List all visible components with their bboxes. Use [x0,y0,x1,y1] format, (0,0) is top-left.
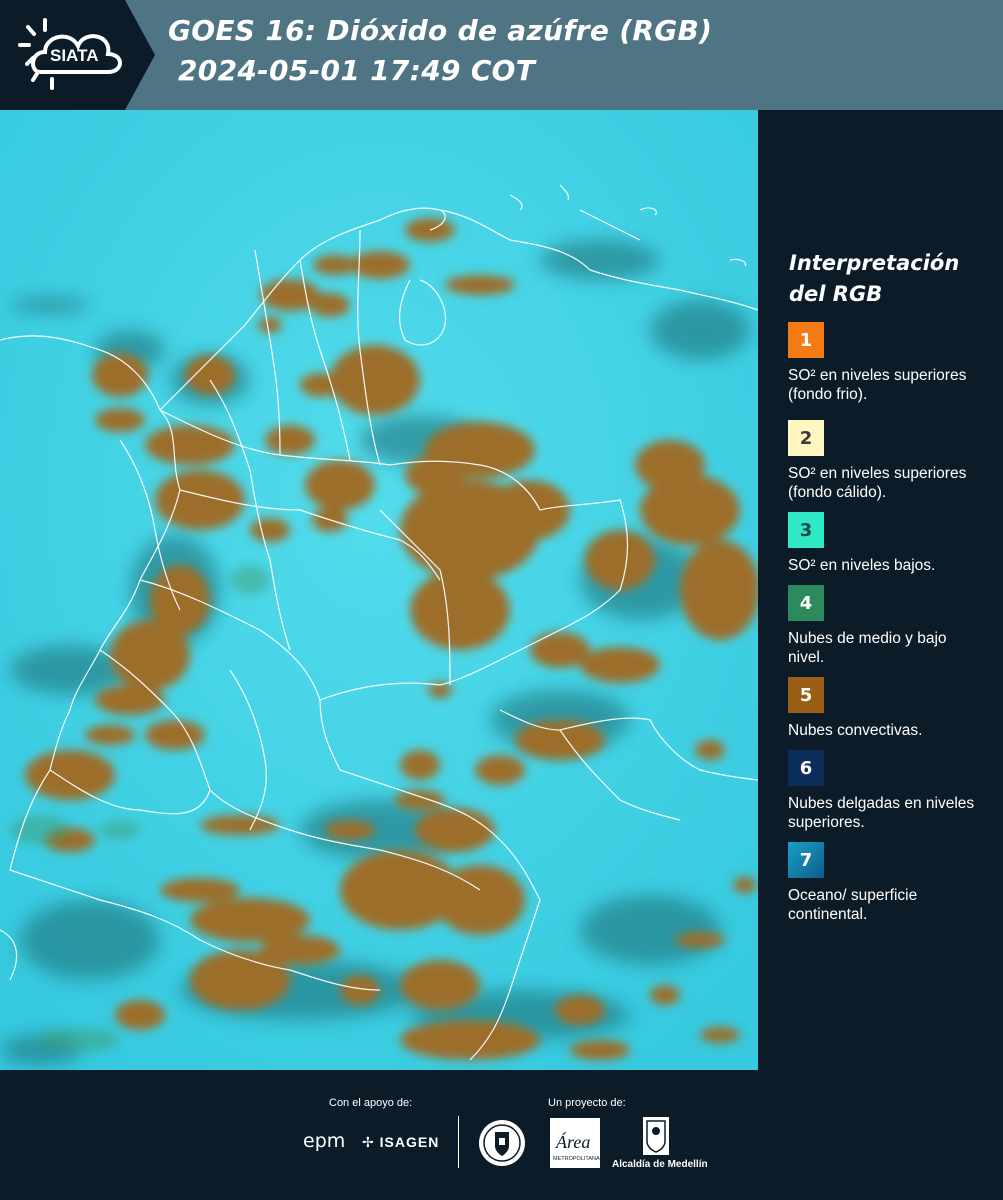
legend-swatch: 5 [788,677,824,713]
page-title: GOES 16: Dióxido de azúfre (RGB) [168,14,713,47]
legend-label: SO² en niveles superiores (fondo frio). [788,367,967,403]
legend-item: 3 SO² en niveles bajos. [788,512,988,575]
legend-title: Interpretación del RGB [789,251,960,306]
legend-swatch: 2 [788,420,824,456]
epm-logo: epm [303,1130,346,1152]
legend-label: Nubes de medio y bajo nivel. [788,630,947,666]
legend-item: 6 Nubes delgadas en niveles superiores. [788,750,988,832]
project-label: Un proyecto de: [548,1097,626,1109]
area-logo-subtext: METROPOLITANA [553,1156,600,1162]
legend-label: Oceano/ superficie continental. [788,887,918,923]
legend-label: SO² en niveles superiores (fondo cálido)… [788,465,967,501]
isagen-logo-text: ISAGEN [379,1134,440,1150]
legend-item: 4 Nubes de medio y bajo nivel. [788,585,988,667]
medellin-seal-icon [479,1120,525,1166]
legend-swatch: 1 [788,322,824,358]
legend-item: 1 SO² en niveles superiores (fondo frio). [788,322,988,404]
header-bar: SIATA GOES 16: Dióxido de azúfre (RGB) 2… [0,0,1003,110]
footer-divider [458,1116,459,1168]
area-metropolitana-logo: Área METROPOLITANA [550,1118,600,1168]
legend-item: 5 Nubes convectivas. [788,677,988,740]
legend-label: Nubes convectivas. [788,722,923,739]
legend-swatch: 3 [788,512,824,548]
alcaldia-text: Alcaldía de Medellín [612,1159,708,1170]
support-label: Con el apoyo de: [329,1097,413,1109]
page-timestamp: 2024-05-01 17:49 COT [178,54,536,87]
legend-label: SO² en niveles bajos. [788,557,936,574]
siata-logo: SIATA [0,0,160,110]
legend-swatch: 4 [788,585,824,621]
legend-swatch: 7 [788,842,824,878]
siata-logo-text: SIATA [50,46,98,65]
legend-panel: Interpretación del RGB 1 SO² en niveles s… [758,110,1003,1070]
legend-item: 2 SO² en niveles superiores (fondo cálido… [788,420,988,502]
isagen-logo: ✢ ISAGEN [362,1134,440,1150]
legend-swatch: 6 [788,750,824,786]
area-logo-text: Área [555,1131,590,1152]
footer: Con el apoyo de: Un proyecto de: epm ✢ I… [0,1070,1003,1200]
legend-item: 7 Oceano/ superficie continental. [788,842,988,924]
satellite-map [0,110,758,1070]
legend-label: Nubes delgadas en niveles superiores. [788,795,975,831]
